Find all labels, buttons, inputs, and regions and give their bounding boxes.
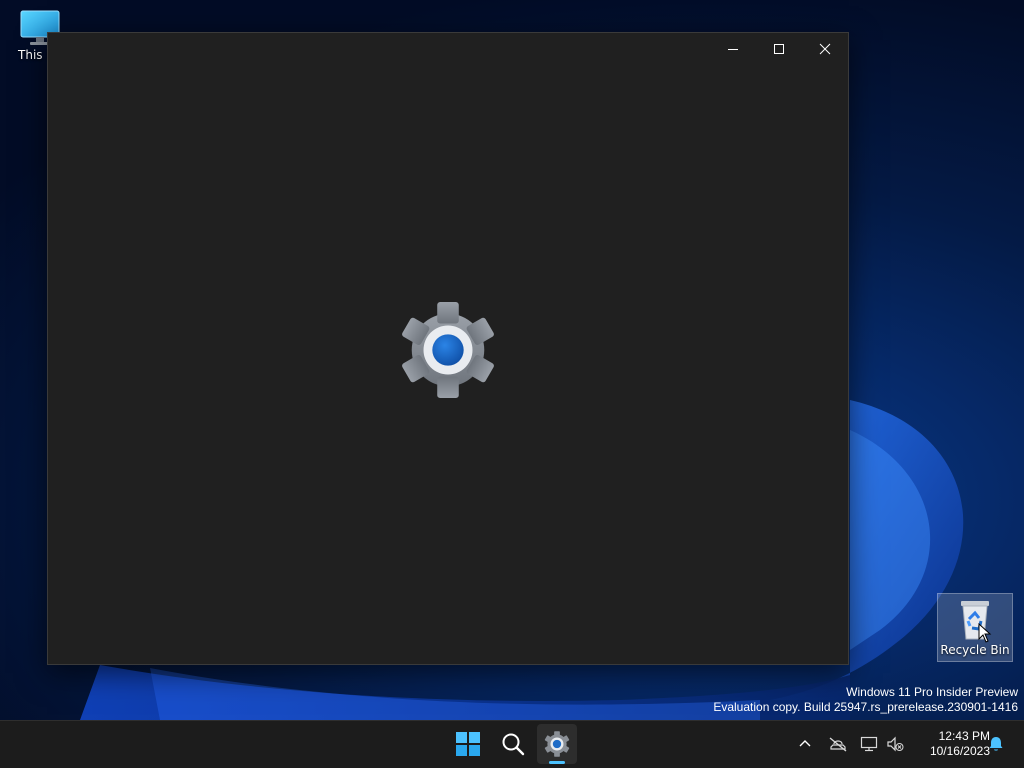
close-icon [819, 43, 831, 55]
desktop-icon-label: Recycle Bin [940, 643, 1010, 657]
settings-gear-icon [544, 731, 570, 757]
chevron-up-icon [799, 740, 811, 747]
clock-date: 10/16/2023 [929, 744, 990, 758]
minimize-icon [728, 49, 738, 50]
clock-time: 12:43 PM [938, 729, 990, 743]
notification-bell-icon [989, 737, 1003, 751]
evaluation-watermark: Windows 11 Pro Insider Preview Evaluatio… [713, 685, 1018, 715]
close-button[interactable] [802, 33, 848, 65]
network-tray-button[interactable] [827, 733, 849, 755]
watermark-line-1: Windows 11 Pro Insider Preview [846, 685, 1018, 699]
maximize-icon [774, 44, 784, 54]
display-tray-button[interactable] [858, 733, 880, 755]
display-icon [860, 736, 878, 752]
running-indicator [549, 761, 565, 764]
taskbar: 12:43 PM 10/16/2023 [0, 720, 1024, 768]
windows-start-icon [456, 732, 480, 756]
show-hidden-icons-button[interactable] [794, 733, 816, 755]
taskbar-settings-button[interactable] [537, 724, 577, 764]
settings-gear-icon [402, 301, 494, 399]
search-icon [502, 733, 525, 756]
desktop-icon-recycle-bin[interactable]: Recycle Bin [937, 593, 1013, 662]
search-button[interactable] [493, 724, 533, 764]
maximize-button[interactable] [756, 33, 802, 65]
start-button[interactable] [448, 724, 488, 764]
mouse-cursor-icon [978, 623, 992, 643]
notifications-button[interactable] [985, 733, 1007, 755]
network-disconnected-icon [829, 737, 847, 752]
sound-tray-button[interactable] [884, 733, 906, 755]
watermark-line-2: Evaluation copy. Build 25947.rs_prerelea… [713, 700, 1018, 714]
minimize-button[interactable] [710, 33, 756, 65]
settings-window[interactable] [47, 32, 849, 665]
desktop[interactable]: This PC Recycle Bin Windows 11 Pro Insid… [0, 0, 1024, 768]
sound-muted-icon [887, 736, 904, 752]
clock-button[interactable]: 12:43 PM 10/16/2023 [910, 729, 990, 759]
